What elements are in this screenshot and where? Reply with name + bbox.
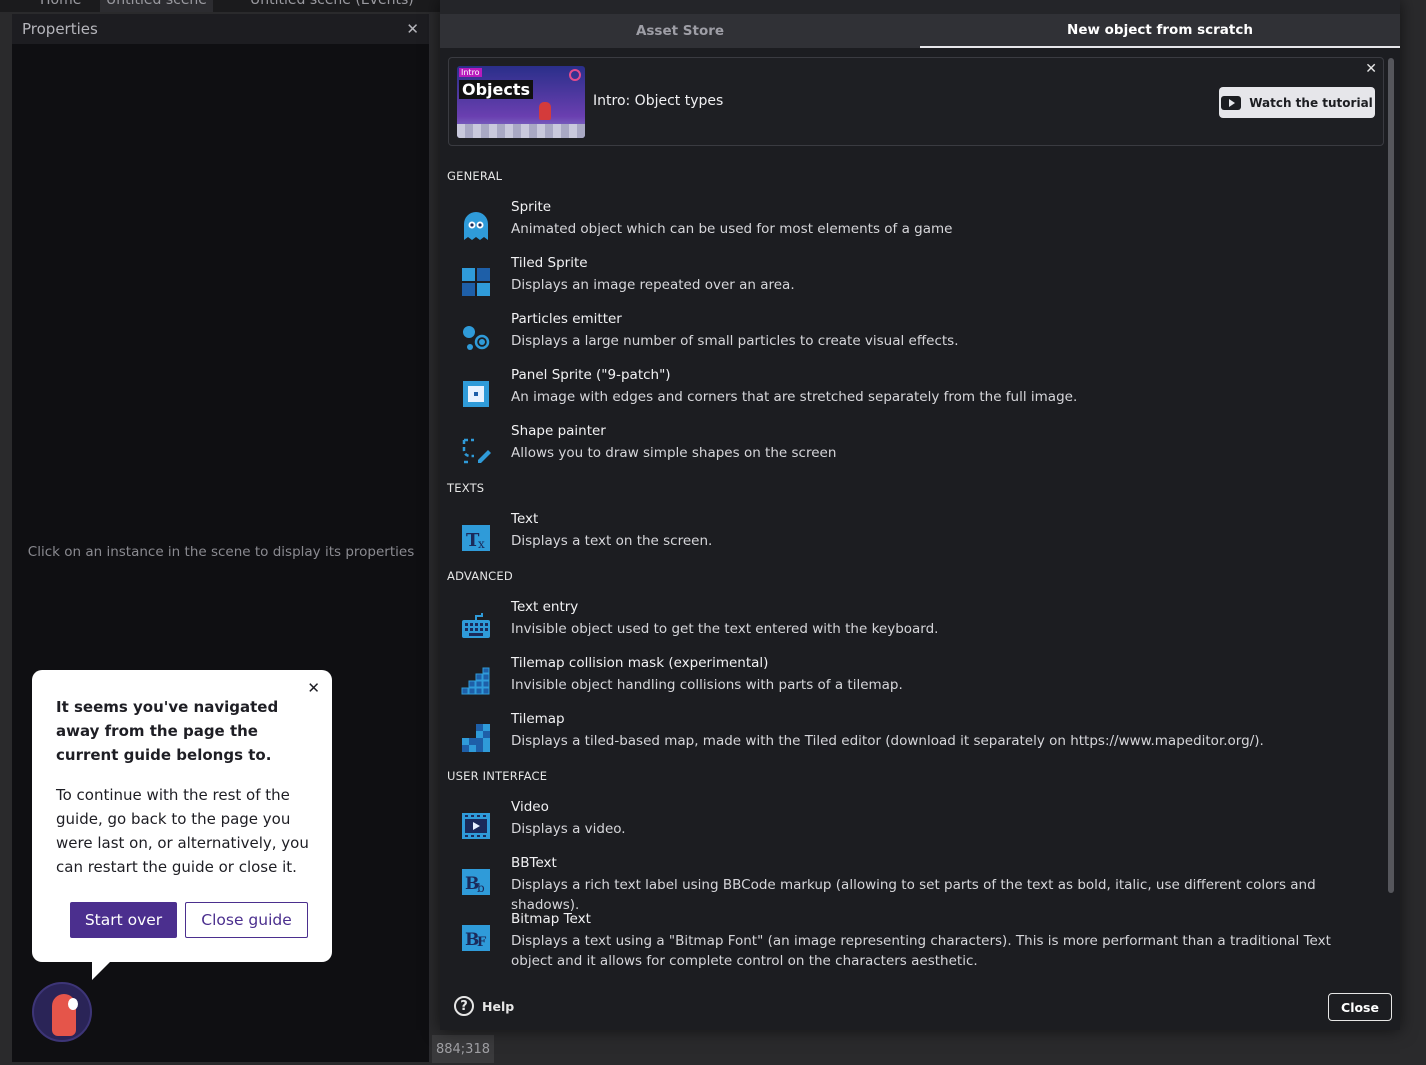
close-button[interactable]: Close bbox=[1328, 993, 1392, 1021]
item-name: Video bbox=[511, 799, 549, 815]
mascot-eye bbox=[68, 998, 78, 1010]
bbtext-icon: Bb bbox=[460, 866, 492, 898]
item-description: Displays a tiled-based map, made with th… bbox=[511, 733, 1264, 749]
object-type-bitmap-text[interactable]: BF Bitmap Text Displays a text using a "… bbox=[440, 911, 1380, 971]
item-name: Tiled Sprite bbox=[511, 255, 588, 271]
watch-tutorial-label: Watch the tutorial bbox=[1249, 95, 1373, 110]
item-description: An image with edges and corners that are… bbox=[511, 389, 1078, 405]
item-name: Panel Sprite ("9-patch") bbox=[511, 367, 671, 383]
object-type-video[interactable]: Video Displays a video. bbox=[440, 799, 1380, 851]
object-type-panel-sprite[interactable]: Panel Sprite ("9-patch") An image with e… bbox=[440, 367, 1380, 419]
tab-asset-store[interactable]: Asset Store bbox=[440, 14, 920, 48]
item-description: Invisible object handling collisions wit… bbox=[511, 677, 903, 693]
tab-home[interactable]: Home bbox=[40, 0, 81, 12]
editor-tabs: Home Untitled scene Untitled scene (Even… bbox=[0, 0, 440, 12]
help-button[interactable]: ? Help bbox=[454, 996, 514, 1016]
object-type-text[interactable]: Tx Text Displays a text on the screen. bbox=[440, 511, 1380, 563]
item-name: Tilemap bbox=[511, 711, 565, 727]
thumbnail-ground bbox=[457, 124, 585, 138]
dialog-title-bar bbox=[440, 0, 1400, 14]
close-guide-button[interactable]: Close guide bbox=[185, 902, 308, 938]
help-icon: ? bbox=[454, 996, 474, 1016]
item-name: Particles emitter bbox=[511, 311, 622, 327]
item-description: Displays an image repeated over an area. bbox=[511, 277, 795, 293]
item-description: Invisible object used to get the text en… bbox=[511, 621, 939, 637]
svg-text:F: F bbox=[477, 935, 487, 950]
item-description: Animated object which can be used for mo… bbox=[511, 221, 953, 237]
object-list: Intro Objects Intro: Object types ✕ Watc… bbox=[440, 48, 1400, 983]
youtube-icon bbox=[1221, 95, 1242, 110]
item-name: Text bbox=[511, 511, 539, 527]
cursor-coordinates: 884;318 bbox=[432, 1035, 494, 1063]
section-advanced: ADVANCED bbox=[447, 569, 513, 583]
section-user-interface: USER INTERFACE bbox=[447, 769, 548, 783]
item-name: Tilemap collision mask (experimental) bbox=[511, 655, 769, 671]
nine-patch-icon bbox=[460, 378, 492, 410]
app-window: Home Untitled scene Untitled scene (Even… bbox=[0, 0, 1426, 1065]
tutorial-thumbnail[interactable]: Intro Objects bbox=[457, 66, 585, 138]
item-description: Displays a text using a "Bitmap Font" (a… bbox=[511, 933, 1331, 969]
item-description: Allows you to draw simple shapes on the … bbox=[511, 445, 837, 461]
guide-mascot-avatar[interactable] bbox=[32, 982, 92, 1042]
item-description: Displays a rich text label using BBCode … bbox=[511, 877, 1316, 913]
watch-tutorial-button[interactable]: Watch the tutorial bbox=[1219, 87, 1375, 118]
gdevelop-logo-icon bbox=[569, 69, 581, 81]
object-type-bbtext[interactable]: Bb BBText Displays a rich text label usi… bbox=[440, 855, 1380, 913]
intro-label: Intro: Object types bbox=[593, 93, 724, 109]
svg-text:b: b bbox=[477, 881, 485, 895]
section-general: GENERAL bbox=[447, 169, 503, 183]
properties-header: Properties ✕ bbox=[12, 14, 429, 44]
thumbnail-title: Objects bbox=[459, 80, 534, 99]
object-type-shape-painter[interactable]: Shape painter Allows you to draw simple … bbox=[440, 423, 1380, 475]
tilemap-mask-icon bbox=[460, 666, 492, 698]
close-icon[interactable]: ✕ bbox=[1365, 61, 1377, 77]
dialog-footer: ? Help Close bbox=[440, 983, 1400, 1030]
shape-painter-icon bbox=[460, 434, 492, 466]
object-type-tilemap[interactable]: Tilemap Displays a tiled-based map, made… bbox=[440, 711, 1380, 763]
scrollbar[interactable] bbox=[1388, 58, 1394, 893]
tiles-icon bbox=[460, 266, 492, 298]
ghost-icon bbox=[460, 210, 492, 242]
close-icon[interactable]: ✕ bbox=[406, 20, 419, 38]
guide-popup: ✕ It seems you've navigated away from th… bbox=[32, 670, 332, 980]
object-type-particles-emitter[interactable]: Particles emitter Displays a large numbe… bbox=[440, 311, 1380, 363]
object-type-tiled-sprite[interactable]: Tiled Sprite Displays an image repeated … bbox=[440, 255, 1380, 307]
guide-body: To continue with the rest of the guide, … bbox=[56, 786, 309, 876]
tab-scene-events[interactable]: Untitled scene (Events) bbox=[250, 0, 414, 12]
start-over-button[interactable]: Start over bbox=[70, 902, 177, 938]
bitmap-text-icon: BF bbox=[460, 922, 492, 954]
object-type-sprite[interactable]: Sprite Animated object which can be used… bbox=[440, 199, 1380, 251]
video-icon bbox=[460, 810, 492, 842]
robot-character-icon bbox=[539, 102, 551, 120]
properties-empty-message: Click on an instance in the scene to dis… bbox=[27, 544, 415, 560]
new-object-dialog: Asset Store New object from scratch Intr… bbox=[440, 0, 1400, 1030]
item-description: Displays a text on the screen. bbox=[511, 533, 713, 549]
object-type-text-entry[interactable]: Text entry Invisible object used to get … bbox=[440, 599, 1380, 651]
item-name: Bitmap Text bbox=[511, 911, 591, 927]
item-name: Text entry bbox=[511, 599, 579, 615]
item-name: Sprite bbox=[511, 199, 552, 215]
thumbnail-tag: Intro bbox=[459, 68, 482, 77]
particles-icon bbox=[460, 322, 492, 354]
section-texts: TEXTS bbox=[447, 481, 485, 495]
item-name: BBText bbox=[511, 855, 557, 871]
item-description: Displays a large number of small particl… bbox=[511, 333, 959, 349]
tab-scene[interactable]: Untitled scene bbox=[100, 0, 213, 12]
tab-new-object-from-scratch[interactable]: New object from scratch bbox=[920, 14, 1400, 48]
guide-title: It seems you've navigated away from the … bbox=[56, 698, 279, 764]
properties-title: Properties bbox=[22, 20, 98, 38]
object-type-tilemap-collision-mask[interactable]: Tilemap collision mask (experimental) In… bbox=[440, 655, 1380, 707]
tilemap-icon bbox=[460, 722, 492, 754]
keyboard-icon bbox=[460, 610, 492, 642]
help-label: Help bbox=[482, 998, 515, 1014]
item-description: Displays a video. bbox=[511, 821, 626, 837]
text-icon: Tx bbox=[460, 522, 492, 554]
intro-tutorial-card: Intro Objects Intro: Object types ✕ Watc… bbox=[448, 57, 1384, 146]
item-name: Shape painter bbox=[511, 423, 606, 439]
dialog-tabs: Asset Store New object from scratch bbox=[440, 14, 1400, 48]
svg-text:x: x bbox=[478, 537, 485, 551]
